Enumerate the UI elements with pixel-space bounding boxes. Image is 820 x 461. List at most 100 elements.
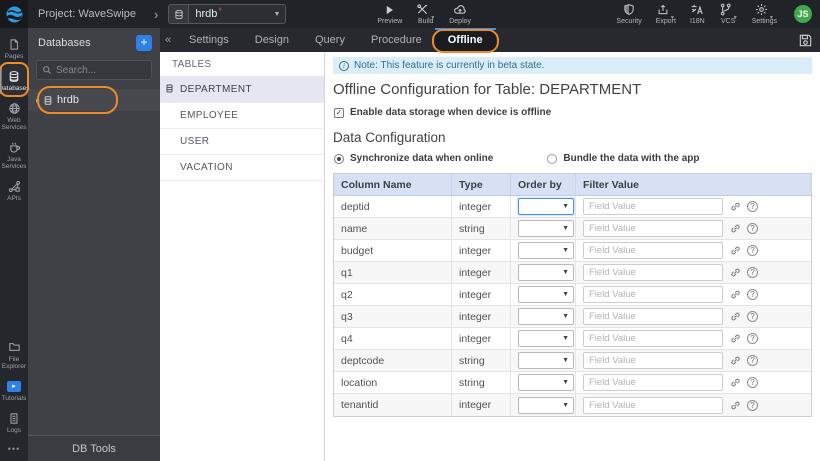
column-type-cell: integer: [452, 306, 511, 327]
filter-value-input[interactable]: [583, 308, 723, 325]
chevron-down-icon: ▼: [562, 335, 569, 342]
tab-settings[interactable]: Settings: [176, 28, 242, 52]
order-by-select[interactable]: ▼: [518, 308, 574, 325]
filter-value-input[interactable]: [583, 374, 723, 391]
filter-value-input[interactable]: [583, 286, 723, 303]
help-icon[interactable]: ?: [747, 245, 758, 256]
link-icon[interactable]: [730, 223, 741, 234]
column-name-cell: q1: [334, 262, 452, 283]
wavemaker-logo[interactable]: [0, 0, 28, 28]
help-icon[interactable]: ?: [747, 223, 758, 234]
sidebar-item-file-explorer[interactable]: File Explorer: [0, 335, 28, 374]
sidebar-item-apis[interactable]: APIs: [0, 174, 28, 206]
filter-value-input[interactable]: [583, 396, 723, 414]
run-toolbar: Preview ▼ Build Deploy: [370, 3, 478, 25]
filter-value-input[interactable]: [583, 330, 723, 347]
help-icon[interactable]: ?: [747, 333, 758, 344]
column-type-cell: integer: [452, 240, 511, 261]
filter-value-input[interactable]: [583, 352, 723, 369]
deploy-button[interactable]: Deploy: [449, 3, 471, 25]
radio-unselected-icon: [547, 153, 558, 164]
link-icon[interactable]: [730, 267, 741, 278]
sidebar-item-web-services[interactable]: Web Services: [0, 96, 28, 135]
table-item-user[interactable]: USER: [160, 129, 324, 155]
export-button[interactable]: ▼ Export: [656, 3, 676, 25]
order-by-select[interactable]: ▼: [518, 396, 574, 414]
link-icon[interactable]: [730, 289, 741, 300]
order-by-select[interactable]: ▼: [518, 330, 574, 347]
help-icon[interactable]: ?: [747, 399, 758, 411]
order-by-select[interactable]: ▼: [518, 220, 574, 237]
preview-button[interactable]: Preview: [377, 3, 402, 25]
order-by-select[interactable]: ▼: [518, 352, 574, 369]
add-database-button[interactable]: +: [136, 35, 152, 51]
link-icon[interactable]: [730, 333, 741, 344]
sidebar-item-pages[interactable]: Pages: [0, 32, 28, 64]
link-icon[interactable]: [730, 245, 741, 256]
help-icon[interactable]: ?: [747, 201, 758, 212]
link-icon[interactable]: [730, 377, 741, 388]
databases-panel: Databases + ▸ hrdb DB Tools: [28, 28, 160, 461]
settings-button[interactable]: ▼ Settings: [752, 3, 777, 25]
help-icon[interactable]: ?: [747, 267, 758, 278]
table-row: q1 integer ▼ ?: [334, 262, 811, 284]
chevron-down-icon: ▼: [430, 15, 436, 21]
top-bar: Project: WaveSwipe › hrdb * ▼ Preview ▼ …: [0, 0, 820, 28]
save-button[interactable]: [798, 28, 813, 52]
sidebar-item-java-services[interactable]: Java Services: [0, 135, 28, 174]
enable-offline-checkbox[interactable]: ✓ Enable data storage when device is off…: [334, 107, 812, 118]
tab-procedure[interactable]: Procedure: [358, 28, 435, 52]
order-by-select[interactable]: ▼: [518, 264, 574, 281]
order-by-select[interactable]: ▼: [518, 198, 574, 215]
security-button[interactable]: Security: [616, 3, 642, 25]
filter-value-input[interactable]: [583, 198, 723, 215]
tab-offline[interactable]: Offline: [431, 28, 499, 53]
order-by-select[interactable]: ▼: [518, 374, 574, 391]
expander-icon[interactable]: ▸: [36, 96, 40, 105]
search-box[interactable]: [36, 60, 152, 80]
collapse-panel-icon[interactable]: «: [160, 28, 176, 52]
link-icon[interactable]: [730, 400, 741, 411]
build-button[interactable]: ▼ Build: [416, 3, 435, 25]
tab-design[interactable]: Design: [242, 28, 302, 52]
help-icon[interactable]: ?: [747, 355, 758, 366]
vcs-button[interactable]: ▼ VCS: [719, 3, 738, 25]
tab-query[interactable]: Query: [302, 28, 358, 52]
i18n-button[interactable]: I18N: [690, 3, 705, 25]
table-row: q4 integer ▼ ?: [334, 328, 811, 350]
floppy-save-icon: [799, 34, 812, 46]
help-icon[interactable]: ?: [747, 311, 758, 322]
table-item-department[interactable]: DEPARTMENT: [160, 77, 324, 103]
order-by-select[interactable]: ▼: [518, 242, 574, 259]
checkbox-checked-icon[interactable]: ✓: [334, 107, 344, 118]
radio-synchronize[interactable]: Synchronize data when online: [334, 153, 493, 164]
radio-bundle[interactable]: Bundle the data with the app: [547, 153, 699, 164]
search-input[interactable]: [56, 64, 146, 76]
sidebar-item-tutorials[interactable]: ▸ Tutorials: [0, 374, 28, 406]
order-by-select[interactable]: ▼: [518, 286, 574, 303]
database-tree-item-hrdb[interactable]: ▸ hrdb: [28, 86, 160, 114]
column-type-cell: integer: [452, 394, 511, 416]
chevron-down-icon: ▼: [562, 379, 569, 386]
table-row: tenantid integer ▼ ?: [334, 394, 811, 416]
sidebar-item-logs[interactable]: Logs: [0, 406, 28, 438]
table-row: q3 integer ▼ ?: [334, 306, 811, 328]
help-icon[interactable]: ?: [747, 289, 758, 300]
table-item-employee[interactable]: EMPLOYEE: [160, 103, 324, 129]
filter-value-input[interactable]: [583, 242, 723, 259]
filter-value-input[interactable]: [583, 264, 723, 281]
left-nav-bar: Pages Databases Web Services Java Servic…: [0, 28, 30, 461]
database-name: hrdb: [57, 94, 80, 106]
link-icon[interactable]: [730, 311, 741, 322]
database-selector[interactable]: hrdb * ▼: [168, 4, 287, 24]
filter-value-input[interactable]: [583, 220, 723, 237]
help-icon[interactable]: ?: [747, 377, 758, 388]
table-item-vacation[interactable]: VACATION: [160, 155, 324, 181]
user-avatar[interactable]: JS: [794, 5, 812, 23]
db-tools-button[interactable]: DB Tools: [28, 435, 160, 461]
link-icon[interactable]: [730, 201, 741, 212]
sidebar-item-databases[interactable]: Databases: [0, 62, 30, 97]
link-icon[interactable]: [730, 355, 741, 366]
column-name-cell: location: [334, 372, 452, 393]
more-options-button[interactable]: •••: [0, 438, 28, 461]
